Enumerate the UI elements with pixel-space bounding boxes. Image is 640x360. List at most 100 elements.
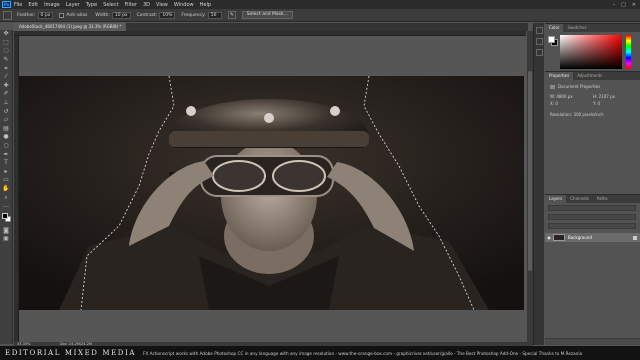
menu-edit[interactable]: Edit xyxy=(28,2,38,8)
anti-alias-label: Anti-alias xyxy=(66,12,88,18)
layers-panel-tabs: Layers Channels Paths xyxy=(545,195,640,203)
type-tool-icon[interactable]: T xyxy=(1,159,12,168)
menu-file[interactable]: File xyxy=(14,2,22,8)
video-caption-bar: EDITORIAL MIXED MEDIA FX Actionscript wo… xyxy=(0,346,640,360)
window-controls: – □ ✕ xyxy=(613,2,636,8)
properties-height[interactable]: H: 2107 px xyxy=(593,94,615,99)
color-picker-field[interactable] xyxy=(560,35,622,69)
menu-view[interactable]: View xyxy=(156,2,168,8)
anti-alias-checkbox[interactable] xyxy=(59,12,65,18)
marquee-tool-icon[interactable]: ⬚ xyxy=(1,39,12,48)
properties-panel-tabs: Properties Adjustments xyxy=(545,72,640,80)
caption-text: FX Actionscript works with Adobe Photosh… xyxy=(143,350,583,356)
document-tab-bar: AdobeStock_48017404 (1).jpeg @ 33.3% (RG… xyxy=(14,23,528,31)
layer-filter-row[interactable] xyxy=(548,205,636,211)
eraser-tool-icon[interactable]: ▱ xyxy=(1,116,12,125)
properties-x[interactable]: X: 0 xyxy=(550,101,558,106)
gradient-tool-icon[interactable]: ▤ xyxy=(1,125,12,134)
document-icon xyxy=(550,85,555,89)
properties-title: Document Properties xyxy=(550,84,600,89)
tab-color[interactable]: Color xyxy=(545,24,564,32)
color-panel: Color Swatches xyxy=(545,23,640,70)
document-tab[interactable]: AdobeStock_48017404 (1).jpeg @ 33.3% (RG… xyxy=(14,23,127,31)
menu-help[interactable]: Help xyxy=(200,2,211,8)
brush-panel-icon[interactable] xyxy=(535,38,543,45)
menu-filter[interactable]: Filter xyxy=(125,2,137,8)
blur-tool-icon[interactable]: ● xyxy=(1,133,12,142)
tab-layers[interactable]: Layers xyxy=(545,195,567,203)
menu-type[interactable]: Type xyxy=(86,2,97,8)
tab-swatches[interactable]: Swatches xyxy=(563,24,590,32)
properties-resolution: Resolution: 300 pixels/inch xyxy=(550,112,604,117)
hue-slider[interactable] xyxy=(626,35,631,69)
menu-image[interactable]: Image xyxy=(44,2,60,8)
scrollbar-thumb[interactable] xyxy=(528,71,532,271)
history-brush-tool-icon[interactable]: ↺ xyxy=(1,107,12,116)
properties-y[interactable]: Y: 0 xyxy=(593,101,600,106)
contrast-input[interactable]: 10% xyxy=(159,11,176,19)
path-selection-tool-icon[interactable]: ▸ xyxy=(1,168,12,177)
photoshop-logo: Ps xyxy=(2,1,11,8)
eye-icon[interactable]: ◉ xyxy=(545,235,553,240)
rectangle-tool-icon[interactable]: ▭ xyxy=(1,176,12,185)
layers-panel: Layers Channels Paths ◉ Background xyxy=(545,194,640,345)
hand-tool-icon[interactable]: ✋ xyxy=(1,185,12,194)
select-and-mask-button[interactable]: Select and Mask... xyxy=(241,11,293,19)
character-panel-icon[interactable] xyxy=(535,49,543,56)
healing-brush-tool-icon[interactable]: ✚ xyxy=(1,82,12,91)
clone-stamp-tool-icon[interactable]: ⊥ xyxy=(1,99,12,108)
frequency-label: Frequency: xyxy=(181,12,206,18)
feather-label: Feather: xyxy=(17,12,36,18)
layers-panel-footer xyxy=(545,338,640,345)
move-tool-icon[interactable]: ✥ xyxy=(1,30,12,39)
quick-mask-icon[interactable]: ◙ xyxy=(1,226,12,235)
menu-layer[interactable]: Layer xyxy=(66,2,80,8)
maximize-icon[interactable]: □ xyxy=(621,2,626,8)
contrast-label: Contrast: xyxy=(136,12,158,18)
more-tools-icon[interactable]: … xyxy=(1,202,12,211)
menu-window[interactable]: Window xyxy=(174,2,194,8)
lock-icon xyxy=(633,235,637,240)
menu-select[interactable]: Select xyxy=(103,2,118,8)
layer-row-background[interactable]: ◉ Background xyxy=(545,233,640,242)
tab-adjustments[interactable]: Adjustments xyxy=(573,72,606,80)
dodge-tool-icon[interactable]: ○ xyxy=(1,142,12,151)
pen-pressure-icon[interactable]: ✎ xyxy=(227,11,236,19)
frequency-input[interactable]: 50 xyxy=(207,11,222,19)
crop-tool-icon[interactable]: ⌗ xyxy=(1,64,12,73)
history-panel-icon[interactable] xyxy=(535,27,543,34)
properties-title-text: Document Properties xyxy=(558,84,601,89)
lock-fill-row[interactable] xyxy=(548,223,636,229)
layer-name: Background xyxy=(568,235,592,240)
layer-thumbnail xyxy=(553,234,565,241)
pen-tool-icon[interactable]: ✒ xyxy=(1,150,12,159)
feather-input[interactable]: 0 px xyxy=(37,11,54,19)
color-swatches[interactable] xyxy=(0,212,12,226)
tab-properties[interactable]: Properties xyxy=(545,72,574,80)
tools-panel: ✥ ⬚ ◌ ✎ ⌗ ⁄ ✚ ✐ ⊥ ↺ ▱ ▤ ● ○ ✒ T ▸ ▭ ✋ ⌕ … xyxy=(0,30,13,344)
blend-mode-row[interactable] xyxy=(548,214,636,220)
width-label: Width: xyxy=(95,12,110,18)
tab-channels[interactable]: Channels xyxy=(566,195,593,203)
brush-tool-icon[interactable]: ✐ xyxy=(1,90,12,99)
menu-3d[interactable]: 3D xyxy=(143,2,150,8)
eyedropper-tool-icon[interactable]: ⁄ xyxy=(1,73,12,82)
magnetic-lasso-icon[interactable] xyxy=(3,10,12,20)
color-panel-tabs: Color Swatches xyxy=(545,24,640,32)
minimize-icon[interactable]: – xyxy=(613,2,616,8)
panel-dock-strip xyxy=(533,23,544,345)
close-icon[interactable]: ✕ xyxy=(632,2,636,8)
properties-panel: Properties Adjustments Document Properti… xyxy=(545,71,640,193)
lasso-tool-icon[interactable]: ◌ xyxy=(1,47,12,56)
options-bar: Feather: 0 px Anti-alias Width: 10 px Co… xyxy=(0,9,640,22)
portrait-photo xyxy=(19,76,524,310)
zoom-tool-icon[interactable]: ⌕ xyxy=(1,193,12,202)
foreground-color-chip[interactable] xyxy=(548,36,555,43)
properties-width[interactable]: W: 4800 px xyxy=(550,94,573,99)
screen-mode-icon[interactable]: ▣ xyxy=(1,235,12,244)
document-canvas[interactable] xyxy=(19,76,524,310)
tab-paths[interactable]: Paths xyxy=(593,195,612,203)
quick-select-tool-icon[interactable]: ✎ xyxy=(1,56,12,65)
width-input[interactable]: 10 px xyxy=(111,11,131,19)
foreground-color-swatch[interactable] xyxy=(2,213,8,220)
